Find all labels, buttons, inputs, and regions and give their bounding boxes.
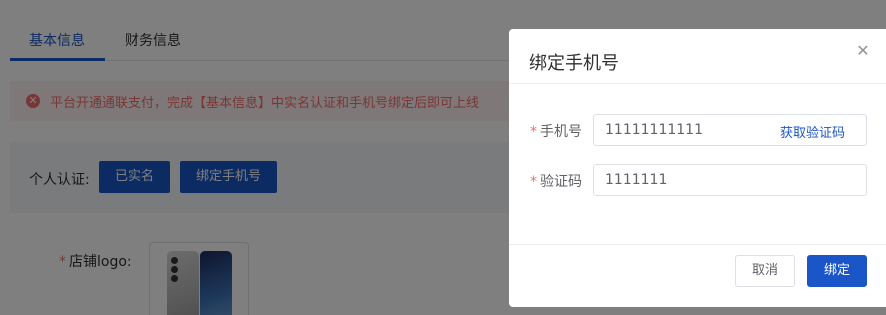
phone-label: * 手机号 — [530, 121, 582, 141]
close-icon[interactable]: ✕ — [855, 43, 871, 59]
dialog-title: 绑定手机号 — [529, 53, 619, 74]
required-mark: * — [530, 124, 537, 140]
code-label-text: 验证码 — [540, 174, 582, 190]
dialog-footer-divider — [509, 244, 886, 245]
dialog-header-divider — [509, 83, 886, 84]
cancel-button[interactable]: 取消 — [735, 255, 795, 287]
code-field — [593, 164, 867, 196]
bind-phone-dialog: 绑定手机号 ✕ *手机号 获取验证码 *验证码 取消 绑定 — [509, 29, 886, 307]
code-input[interactable] — [594, 165, 864, 195]
bind-confirm-button[interactable]: 绑定 — [807, 255, 867, 287]
phone-field: 获取验证码 — [593, 114, 867, 146]
phone-input[interactable] — [594, 115, 764, 145]
phone-label-text: 手机号 — [540, 124, 582, 140]
code-label: * 验证码 — [530, 171, 582, 191]
required-mark: * — [530, 174, 537, 190]
get-code-link[interactable]: 获取验证码 — [780, 122, 845, 141]
